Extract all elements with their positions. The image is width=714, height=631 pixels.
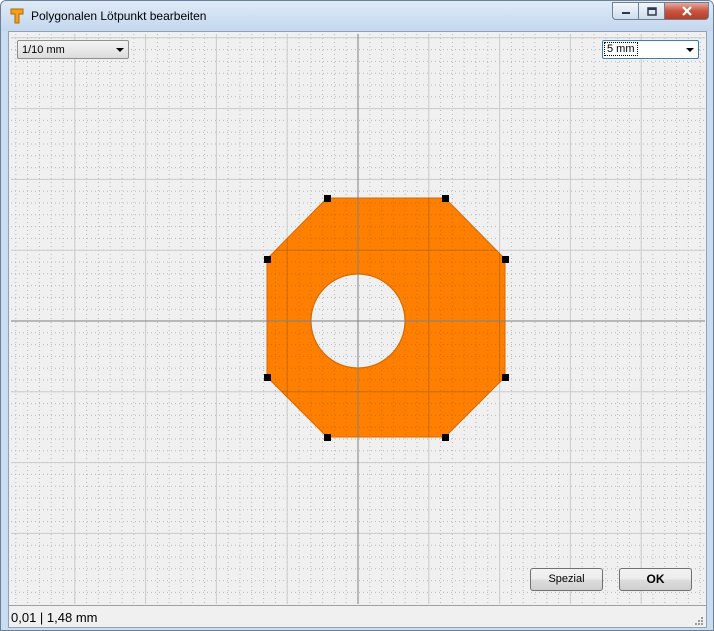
ok-button[interactable]: OK	[619, 568, 692, 591]
vertex-handle[interactable]	[264, 374, 271, 381]
window-title: Polygonalen Lötpunkt bearbeiten	[31, 9, 207, 23]
vertex-handle[interactable]	[502, 374, 509, 381]
coordinate-readout: 0,01 | 1,48 mm	[11, 610, 98, 625]
grid-size-select[interactable]: 5 mm	[602, 40, 699, 59]
special-button[interactable]: Spezial	[530, 568, 603, 591]
close-button[interactable]	[664, 2, 709, 20]
chevron-down-icon	[116, 48, 124, 52]
resize-grip-icon[interactable]	[694, 616, 704, 626]
caption-buttons	[612, 2, 709, 22]
vertex-handle[interactable]	[502, 256, 509, 263]
minimize-button[interactable]	[612, 2, 639, 20]
solder-pad-icon	[10, 8, 24, 24]
title-bar[interactable]: Polygonalen Lötpunkt bearbeiten	[1, 1, 713, 31]
precision-select[interactable]: 1/10 mm	[17, 40, 129, 59]
maximize-icon	[646, 6, 657, 16]
vertex-handle[interactable]	[442, 434, 449, 441]
precision-select-value: 1/10 mm	[22, 44, 65, 56]
grid-size-select-value: 5 mm	[604, 42, 638, 56]
vertex-handle[interactable]	[442, 195, 449, 202]
maximize-button[interactable]	[638, 2, 665, 20]
dialog-client-area: 1/10 mm 5 mm Spezial OK 0,01 | 1,48 mm	[8, 31, 707, 628]
vertex-handle[interactable]	[324, 195, 331, 202]
status-bar: 0,01 | 1,48 mm	[9, 605, 706, 627]
vertex-handle[interactable]	[324, 434, 331, 441]
close-icon	[681, 6, 692, 16]
pad-editor-canvas[interactable]	[11, 34, 705, 604]
dialog-window: Polygonalen Lötpunkt bearbeiten 1/10 mm …	[0, 0, 714, 631]
minimize-icon	[621, 12, 630, 14]
vertex-handle[interactable]	[264, 256, 271, 263]
chevron-down-icon	[686, 48, 694, 52]
